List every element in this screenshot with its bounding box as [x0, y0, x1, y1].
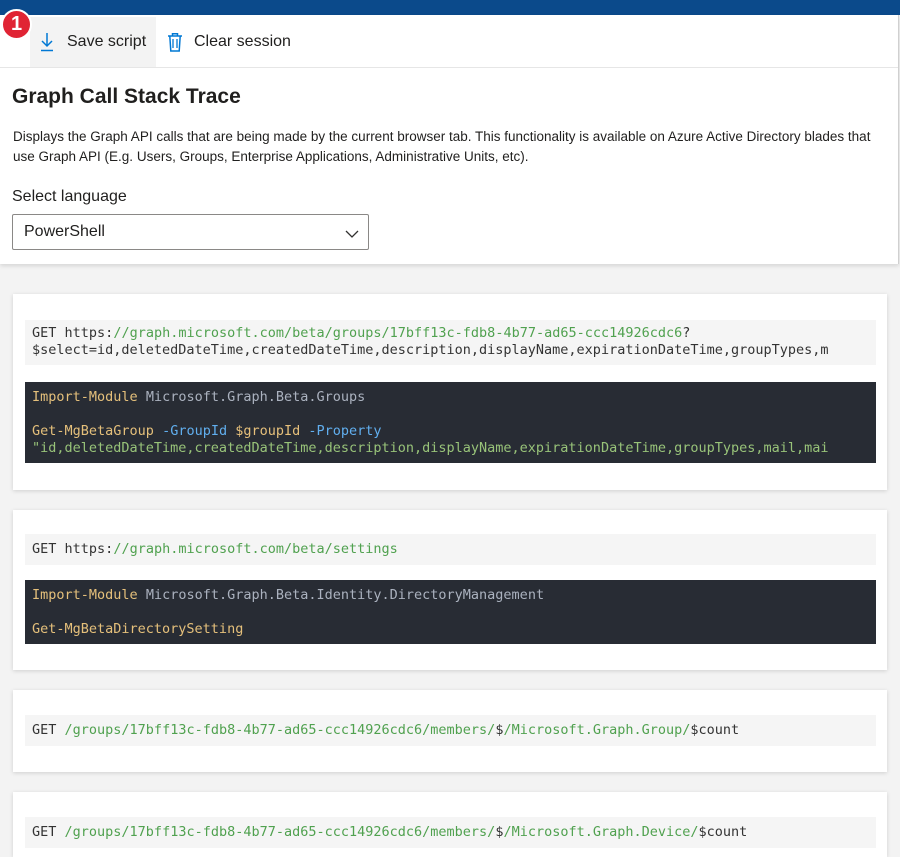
request-url-suffix: $count: [698, 824, 748, 840]
request-url-scheme: https:: [64, 541, 114, 557]
call-card-4: GET /groups/17bff13c-fdb8-4b77-ad65-ccc1…: [13, 792, 887, 857]
request-url-4[interactable]: GET /groups/17bff13c-fdb8-4b77-ad65-ccc1…: [25, 817, 876, 848]
save-script-label: Save script: [67, 33, 147, 50]
code-cmdlet: Get-MgBetaDirectorySetting: [32, 621, 244, 637]
code-param: -Property: [308, 423, 382, 439]
call-card-1: GET https://graph.microsoft.com/beta/gro…: [13, 294, 887, 490]
clear-session-label: Clear session: [194, 33, 291, 50]
code-block-2[interactable]: Import-Module Microsoft.Graph.Beta.Ident…: [25, 580, 876, 644]
request-method: GET: [32, 722, 57, 738]
request-url-path: /groups/17bff13c-fdb8-4b77-ad65-ccc14926…: [64, 722, 496, 738]
chevron-down-icon: [345, 226, 359, 244]
code-import-cmd: Import-Module: [32, 587, 138, 603]
request-url-path: /groups/17bff13c-fdb8-4b77-ad65-ccc14926…: [64, 824, 496, 840]
save-script-button[interactable]: Save script: [30, 17, 156, 67]
toolbar: Save script Clear session: [0, 15, 898, 68]
code-string: "id,deletedDateTime,createdDateTime,desc…: [32, 440, 829, 456]
top-bar: [0, 0, 900, 15]
code-cmdlet: Get-MgBetaGroup: [32, 423, 154, 439]
request-method: GET: [32, 541, 57, 557]
request-url-2[interactable]: GET https://graph.microsoft.com/beta/set…: [25, 534, 876, 565]
trash-icon: [166, 31, 184, 53]
code-module-name: Microsoft.Graph.Beta.Groups: [145, 389, 366, 405]
request-url-type: /Microsoft.Graph.Device/: [503, 824, 699, 840]
language-select-value: PowerShell: [24, 223, 105, 240]
page-description: Displays the Graph API calls that are be…: [13, 129, 871, 164]
code-module-name: Microsoft.Graph.Beta.Identity.DirectoryM…: [145, 587, 545, 603]
language-label: Select language: [12, 188, 127, 205]
request-url-type: /Microsoft.Graph.Group/: [503, 722, 691, 738]
request-url-path: //graph.microsoft.com/beta/groups/17bff1…: [113, 325, 683, 341]
code-import-cmd: Import-Module: [32, 389, 138, 405]
language-select[interactable]: PowerShell: [12, 214, 369, 250]
code-block-1[interactable]: Import-Module Microsoft.Graph.Beta.Group…: [25, 382, 876, 463]
request-url-3[interactable]: GET /groups/17bff13c-fdb8-4b77-ad65-ccc1…: [25, 715, 876, 746]
request-url-1[interactable]: GET https://graph.microsoft.com/beta/gro…: [25, 320, 876, 365]
code-param: -GroupId: [162, 423, 228, 439]
request-method: GET: [32, 824, 57, 840]
call-card-3: GET /groups/17bff13c-fdb8-4b77-ad65-ccc1…: [13, 690, 887, 772]
request-url-path: //graph.microsoft.com/beta/settings: [113, 541, 398, 557]
request-url-query: $select=id,deletedDateTime,createdDateTi…: [32, 342, 829, 358]
request-url-scheme: https:: [64, 325, 114, 341]
request-url-suffix: ?: [682, 325, 691, 341]
request-url-suffix: $count: [690, 722, 740, 738]
page-title: Graph Call Stack Trace: [12, 85, 241, 108]
download-icon: [39, 31, 55, 53]
clear-session-button[interactable]: Clear session: [160, 17, 310, 67]
trace-panel: Save script Clear session Graph Call Sta…: [0, 15, 899, 264]
step-badge: 1: [1, 9, 32, 40]
code-variable: $groupId: [235, 423, 301, 439]
call-card-2: GET https://graph.microsoft.com/beta/set…: [13, 510, 887, 670]
request-method: GET: [32, 325, 57, 341]
